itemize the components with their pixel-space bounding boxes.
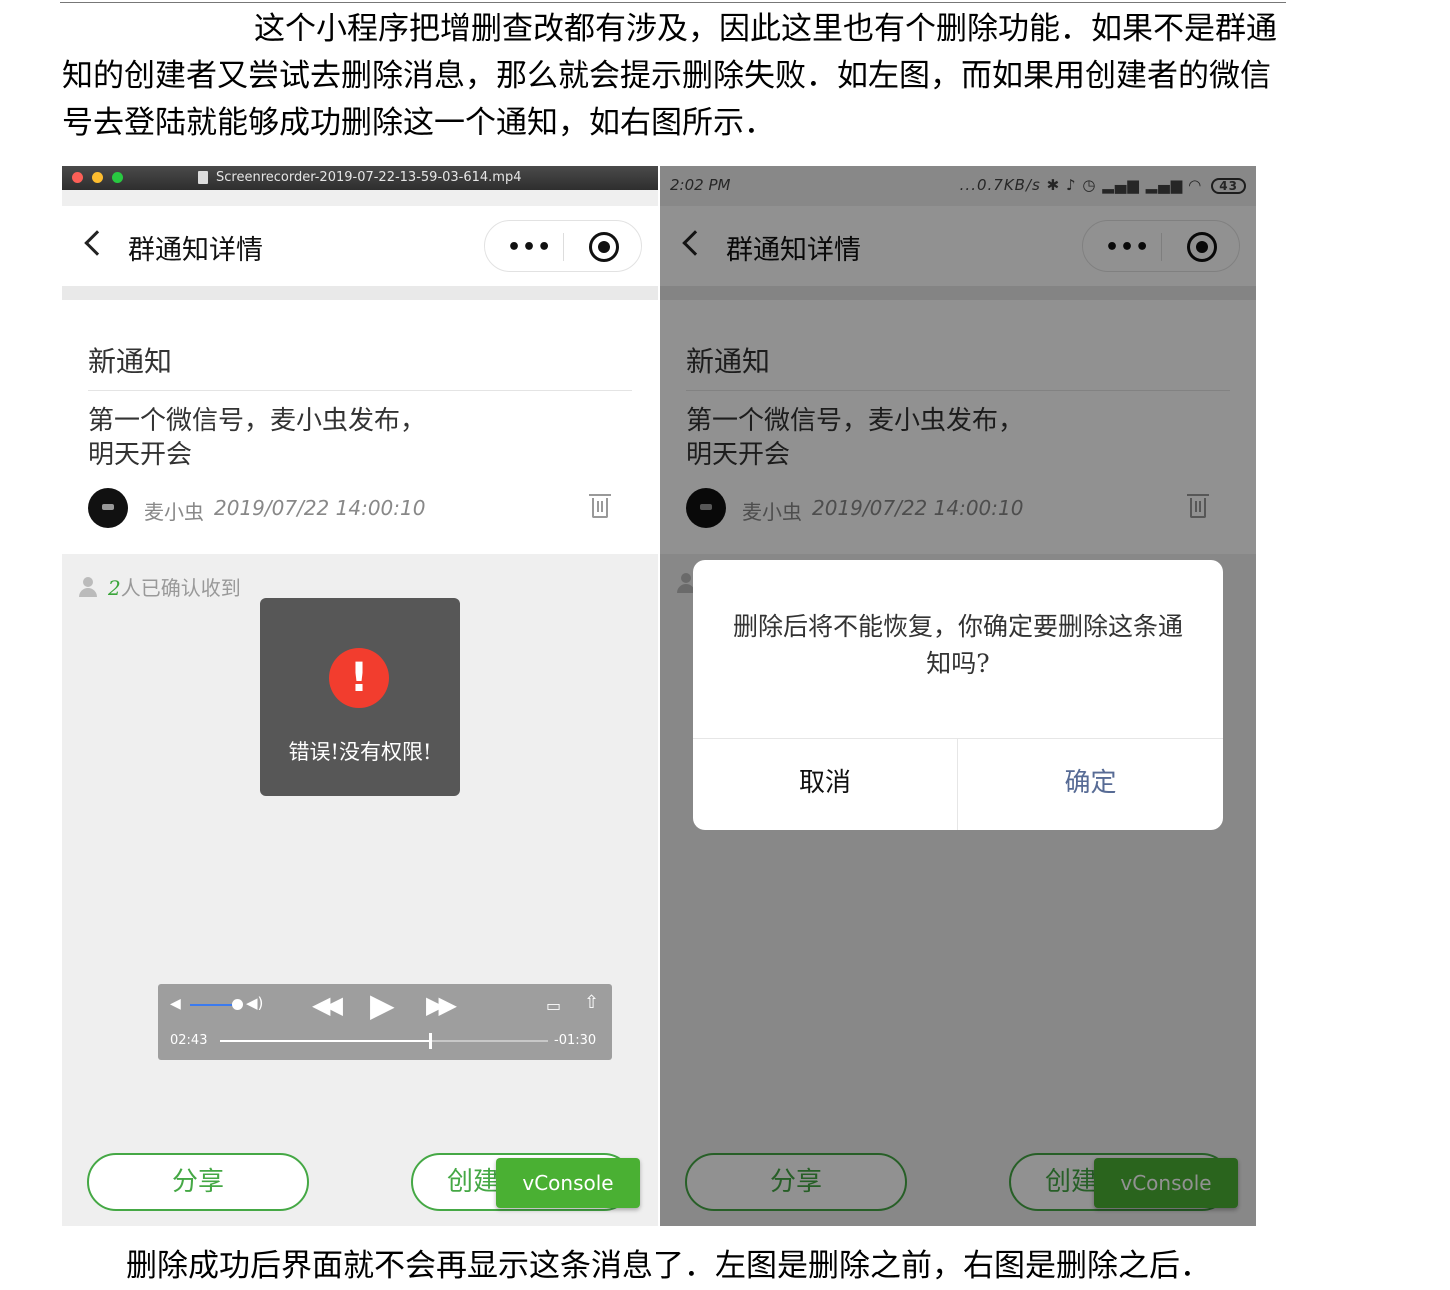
right-screenshot: 2:02 PM ...0.7KB/s ✱ ♪ ◷ ▂▄▆ ▂▄▆ ◠ 43 群通… [660, 166, 1256, 1226]
section-gap [62, 286, 658, 300]
dialog-message: 删除后将不能恢复，你确定要删除这条通知吗? [732, 612, 1183, 678]
vconsole-button[interactable]: vConsole [496, 1158, 640, 1208]
confirmed-count-row: 2人已确认收到 [78, 572, 241, 601]
time-remaining: -01:30 [554, 1033, 597, 1048]
close-window-icon[interactable] [72, 172, 83, 183]
intro-paragraph: 这个小程序把增删查改都有涉及，因此这里也有个删除功能．如果不是群通知的创建者又尝… [62, 11, 1277, 141]
progress-head[interactable] [428, 1033, 432, 1049]
minimize-window-icon[interactable] [92, 172, 103, 183]
person-icon [78, 577, 98, 597]
rewind-icon[interactable]: ◀◀ [312, 991, 343, 1019]
error-toast: ! 错误!没有权限! [260, 598, 460, 796]
share-button[interactable]: 分享 [87, 1153, 309, 1211]
author-row: 麦小虫 2019/07/22 14:00:10 [88, 488, 611, 528]
error-icon: ! [329, 648, 389, 708]
airplay-icon[interactable]: ▭ [546, 996, 561, 1015]
volume-knob[interactable] [232, 999, 243, 1010]
window-filename: Screenrecorder-2019-07-22-13-59-03-614.m… [216, 170, 522, 185]
confirmed-label: 人已确认收到 [120, 576, 241, 600]
card-divider [88, 390, 632, 391]
back-chevron-icon[interactable] [84, 230, 110, 256]
avatar [88, 488, 128, 528]
trash-icon[interactable] [589, 494, 611, 518]
forward-icon[interactable]: ▶▶ [426, 991, 457, 1019]
volume-low-icon[interactable]: ◀ [170, 996, 181, 1012]
confirm-button[interactable]: 确定 [958, 738, 1223, 830]
volume-slider[interactable] [190, 1004, 236, 1006]
toast-message: 错误!没有权限! [288, 740, 432, 764]
target-icon[interactable] [589, 232, 619, 262]
notice-title: 新通知 [88, 345, 173, 378]
progress-fill [220, 1040, 430, 1042]
video-controls: ◀ ◀) ◀◀ ▶ ▶▶ ▭ ⇧ 02:43 -01:30 [158, 984, 612, 1060]
top-rule [60, 2, 1286, 3]
time-elapsed: 02:43 [170, 1033, 208, 1048]
author-name: 麦小虫 [144, 500, 204, 524]
post-time: 2019/07/22 14:00:10 [214, 496, 426, 520]
play-icon[interactable]: ▶ [370, 986, 395, 1024]
volume-high-icon[interactable]: ◀) [246, 994, 263, 1012]
mac-titlebar: Screenrecorder-2019-07-22-13-59-03-614.m… [62, 166, 658, 190]
confirmed-count: 2 [108, 576, 121, 600]
cancel-button[interactable]: 取消 [693, 738, 957, 830]
more-dots-icon[interactable]: ••• [507, 235, 552, 260]
notice-body-line: 第一个微信号，麦小虫发布， [88, 406, 427, 436]
notice-body: 第一个微信号，麦小虫发布， 明天开会 [88, 404, 426, 472]
delete-confirm-dialog: 删除后将不能恢复，你确定要删除这条通知吗? 取消 确定 [693, 560, 1223, 830]
page-title: 群通知详情 [128, 235, 263, 266]
left-screenshot: Screenrecorder-2019-07-22-13-59-03-614.m… [62, 166, 658, 1226]
progress-scrubber[interactable] [220, 1033, 548, 1049]
notice-card: 新通知 第一个微信号，麦小虫发布， 明天开会 麦小虫 2019/07/22 14… [62, 300, 658, 554]
file-icon [198, 171, 208, 184]
zoom-window-icon[interactable] [112, 172, 123, 183]
share-icon[interactable]: ⇧ [584, 992, 599, 1013]
capsule-divider [563, 233, 564, 261]
outro-paragraph: 删除成功后界面就不会再显示这条消息了．左图是删除之前，右图是删除之后． [126, 1248, 1211, 1284]
notice-body-line: 明天开会 [88, 440, 193, 470]
miniprogram-capsule: ••• [484, 220, 642, 272]
nav-bar: 群通知详情 ••• [62, 206, 658, 286]
